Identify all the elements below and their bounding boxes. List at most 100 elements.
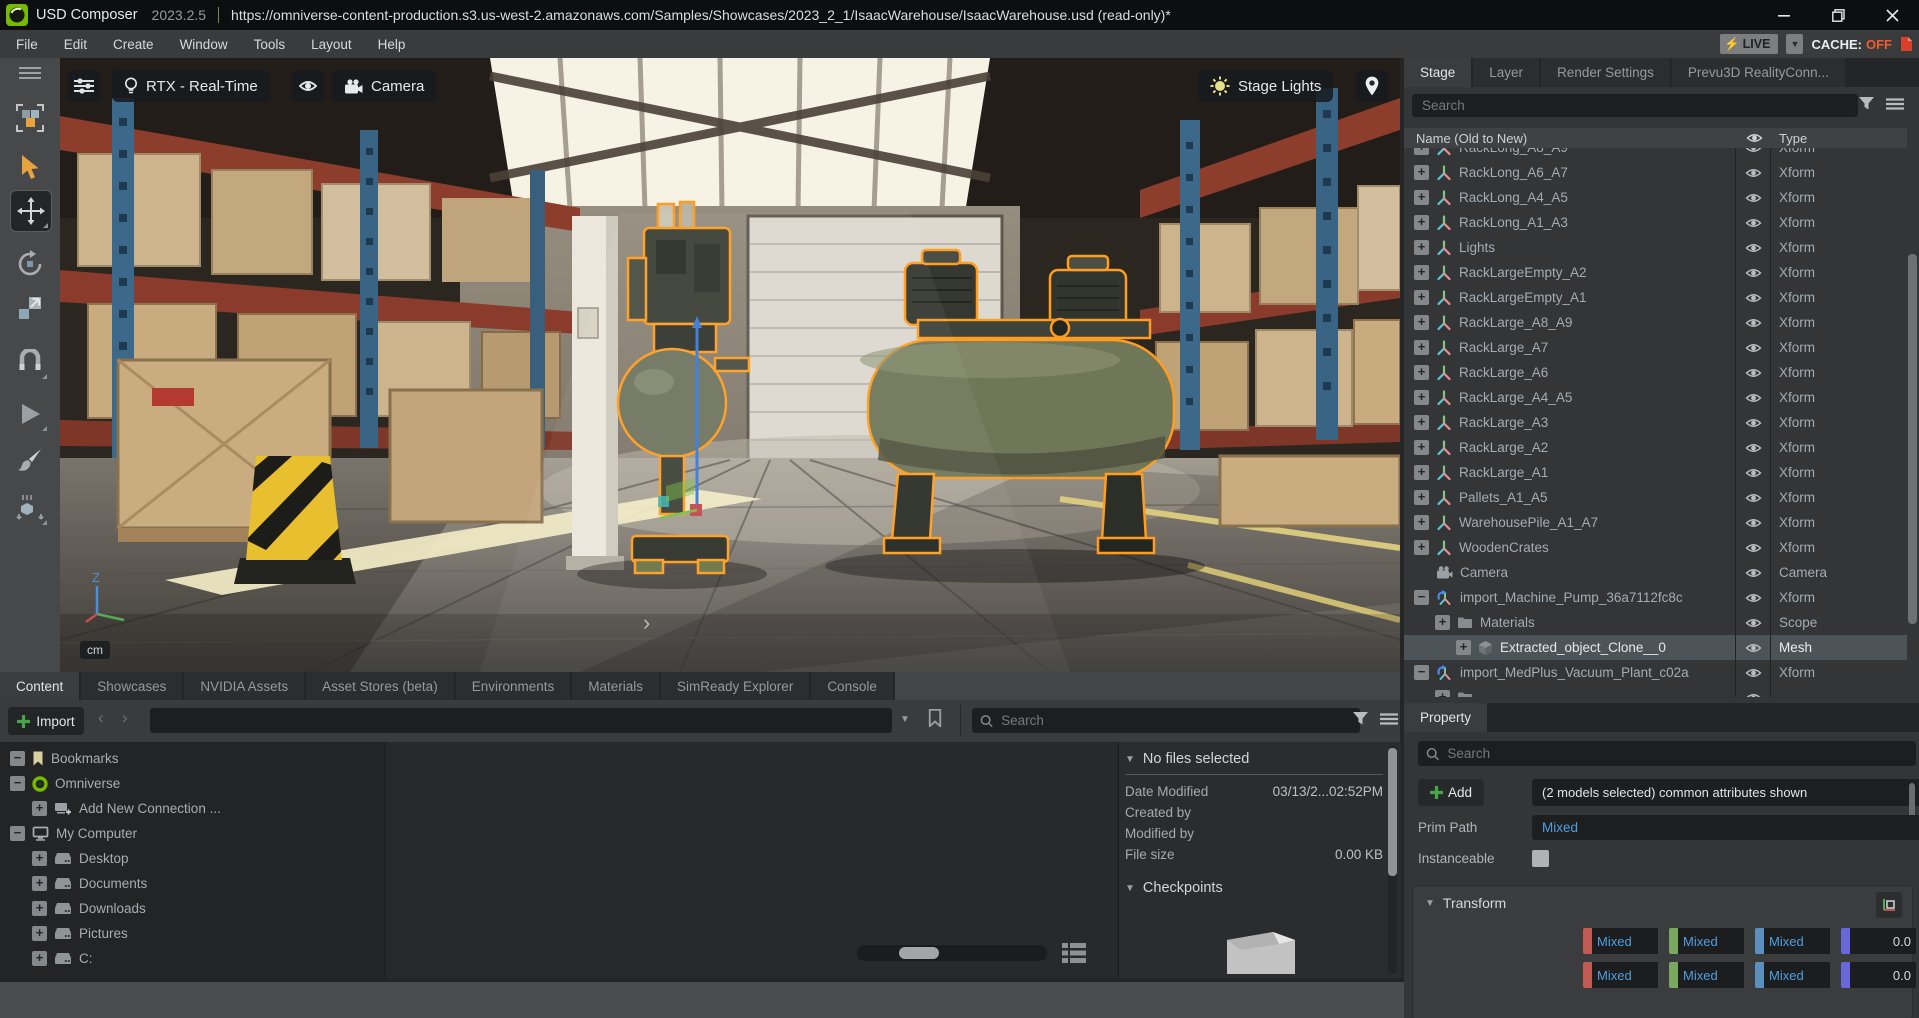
stage-options-icon[interactable] — [1886, 98, 1904, 110]
stage-tree-row[interactable]: +RackLarge_A6Xform — [1404, 360, 1907, 385]
content-tree-item-bookmarks[interactable]: −Bookmarks — [0, 746, 385, 771]
grid-view-icon[interactable] — [1062, 943, 1086, 963]
tab-prevu3d-realityconn[interactable]: Prevu3D RealityConn... — [1672, 58, 1847, 87]
expand-plus-icon[interactable]: + — [1414, 265, 1429, 280]
expand-plus-icon[interactable]: + — [1435, 690, 1450, 697]
transform-z-field[interactable]: Mixed — [1764, 928, 1830, 954]
visibility-eye-icon[interactable] — [1735, 535, 1771, 560]
nav-back-icon[interactable]: ‹ — [98, 708, 104, 728]
expand-plus-icon[interactable]: + — [1414, 490, 1429, 505]
checkpoints-header[interactable]: ▼ Checkpoints — [1125, 875, 1383, 901]
visibility-eye-icon[interactable] — [1735, 635, 1771, 660]
expand-plus-icon[interactable]: + — [32, 951, 47, 966]
stage-tree-row[interactable]: +Extracted_object_Clone__0Mesh — [1404, 635, 1907, 660]
chevron-right-icon[interactable]: › — [643, 610, 650, 636]
tab-asset-stores-beta[interactable]: Asset Stores (beta) — [306, 672, 456, 701]
transform-y-field[interactable]: Mixed — [1678, 962, 1744, 988]
visibility-options-button[interactable] — [292, 70, 324, 102]
property-search-field[interactable] — [1418, 741, 1916, 766]
tab-property[interactable]: Property — [1404, 703, 1489, 732]
collapse-minus-icon[interactable]: − — [10, 826, 25, 841]
content-search-input[interactable] — [999, 712, 1352, 729]
filter-funnel-icon[interactable] — [1352, 711, 1369, 726]
visibility-eye-icon[interactable] — [1735, 310, 1771, 335]
stage-tree-row[interactable]: +RackLargeEmpty_A1Xform — [1404, 285, 1907, 310]
content-tree-item-c[interactable]: +C: — [0, 946, 385, 971]
stage-tree-header[interactable]: Name (Old to New) Type — [1404, 128, 1907, 148]
expand-plus-icon[interactable]: + — [1435, 615, 1450, 630]
prim-path-field[interactable]: Mixed — [1532, 815, 1919, 840]
visibility-eye-icon[interactable] — [1735, 610, 1771, 635]
transform-axis-button[interactable] — [1876, 892, 1902, 918]
visibility-eye-icon[interactable] — [1735, 435, 1771, 460]
stage-tree-row[interactable]: +WoodenCratesXform — [1404, 535, 1907, 560]
stage-tree-row[interactable]: +RackLong_A4_A5Xform — [1404, 185, 1907, 210]
path-field[interactable] — [150, 708, 892, 733]
tab-content[interactable]: Content — [0, 672, 81, 701]
expand-plus-icon[interactable]: + — [32, 801, 47, 816]
visibility-eye-icon[interactable] — [1735, 585, 1771, 610]
stage-tree-row[interactable]: +RackLarge_A1Xform — [1404, 460, 1907, 485]
move-tool-button[interactable] — [10, 190, 52, 232]
stage-tree-row[interactable]: +RackLargeEmpty_A2Xform — [1404, 260, 1907, 285]
snap-tool-button[interactable] — [10, 342, 50, 382]
expand-plus-icon[interactable]: + — [1414, 440, 1429, 455]
expand-plus-icon[interactable]: + — [1414, 240, 1429, 255]
visibility-eye-icon[interactable] — [1735, 410, 1771, 435]
live-dropdown-button[interactable]: ▼ — [1786, 34, 1803, 54]
tab-showcases[interactable]: Showcases — [81, 672, 184, 701]
visibility-eye-icon[interactable] — [1735, 285, 1771, 310]
info-scrollbar-handle[interactable] — [1388, 748, 1397, 876]
selection-mode-button[interactable] — [10, 98, 50, 138]
menu-tools[interactable]: Tools — [254, 37, 286, 52]
stage-search-field[interactable] — [1412, 94, 1858, 117]
stage-tree-row[interactable]: +RackLong_A8_A9Xform — [1404, 148, 1907, 160]
type-column-header[interactable]: Type — [1771, 131, 1907, 146]
visibility-eye-icon[interactable] — [1735, 510, 1771, 535]
transform-z-field[interactable]: Mixed — [1764, 962, 1830, 988]
select-tool-button[interactable] — [10, 148, 50, 188]
content-tree-item-documents[interactable]: +Documents — [0, 871, 385, 896]
content-tree-item-pictures[interactable]: +Pictures — [0, 921, 385, 946]
tab-nvidia-assets[interactable]: NVIDIA Assets — [184, 672, 306, 701]
tab-layer[interactable]: Layer — [1473, 58, 1541, 87]
file-list-pane[interactable] — [387, 742, 1118, 978]
menu-window[interactable]: Window — [180, 37, 228, 52]
render-engine-selector[interactable]: RTX - Real-Time — [112, 70, 270, 102]
restore-button[interactable] — [1815, 0, 1861, 30]
bookmark-icon[interactable] — [928, 709, 942, 727]
play-button[interactable] — [10, 394, 50, 434]
thumbnail-size-slider[interactable] — [857, 945, 1047, 961]
visibility-eye-icon[interactable] — [1735, 560, 1771, 585]
collapse-minus-icon[interactable]: − — [10, 776, 25, 791]
transform-x-field[interactable]: Mixed — [1592, 962, 1658, 988]
content-tree-item-omniverse[interactable]: −Omniverse — [0, 771, 385, 796]
transform-w-field[interactable]: 0.0 — [1850, 962, 1916, 988]
visibility-eye-icon[interactable] — [1735, 260, 1771, 285]
menu-create[interactable]: Create — [113, 37, 154, 52]
tab-console[interactable]: Console — [811, 672, 895, 701]
expand-plus-icon[interactable]: + — [1414, 190, 1429, 205]
stage-tree-row[interactable]: −import_MedPlus_Vacuum_Plant_c02aXform — [1404, 660, 1907, 685]
content-tree-item-desktop[interactable]: +Desktop — [0, 846, 385, 871]
physics-drop-button[interactable] — [10, 488, 50, 528]
scale-tool-button[interactable] — [10, 288, 50, 328]
stage-tree-row[interactable]: +LightsXform — [1404, 235, 1907, 260]
instanceable-checkbox[interactable] — [1532, 850, 1549, 867]
expand-plus-icon[interactable]: + — [1414, 315, 1429, 330]
filter-funnel-icon[interactable] — [1858, 96, 1875, 111]
visibility-eye-icon[interactable] — [1735, 235, 1771, 260]
expand-plus-icon[interactable]: + — [1414, 148, 1429, 155]
stage-tree-row[interactable]: +RackLarge_A3Xform — [1404, 410, 1907, 435]
stage-tree-row[interactable]: +WarehousePile_A1_A7Xform — [1404, 510, 1907, 535]
toolbar-menu-icon[interactable] — [10, 62, 50, 84]
transform-y-field[interactable]: Mixed — [1678, 928, 1744, 954]
menu-layout[interactable]: Layout — [311, 37, 352, 52]
tab-materials[interactable]: Materials — [572, 672, 661, 701]
visibility-eye-icon[interactable] — [1735, 148, 1771, 160]
paint-tool-button[interactable] — [10, 440, 50, 480]
stage-tree-row[interactable]: −import_Machine_Pump_36a7112fc8cXform — [1404, 585, 1907, 610]
expand-plus-icon[interactable]: + — [1414, 415, 1429, 430]
expand-plus-icon[interactable]: + — [1414, 465, 1429, 480]
visibility-eye-icon[interactable] — [1735, 660, 1771, 685]
